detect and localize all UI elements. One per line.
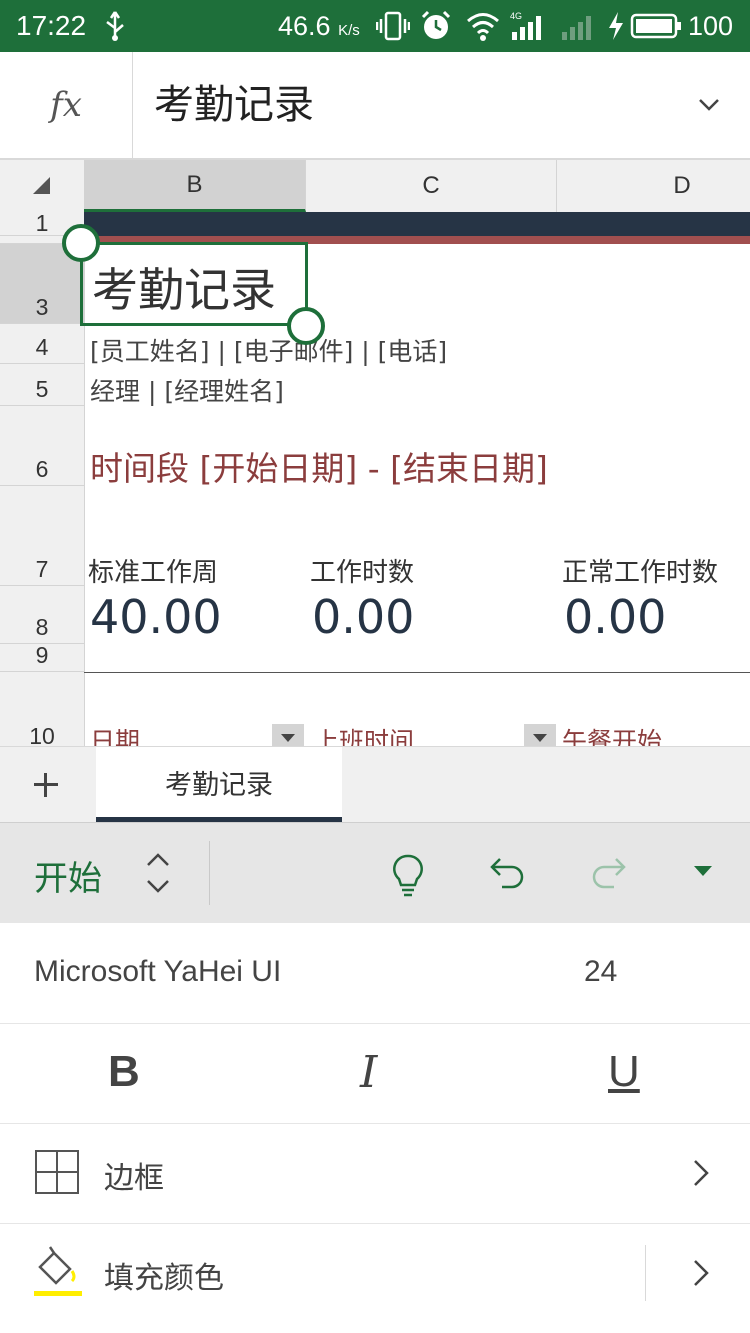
- spreadsheet-grid[interactable]: 1 2 3 4 5 6 7 8 9 10 考勤记录 [员工姓名] | [电子邮件…: [0, 212, 750, 746]
- row-header-10[interactable]: 10: [0, 672, 84, 746]
- status-time: 17:22: [16, 10, 87, 41]
- table-header-clock-in[interactable]: 上班时间: [314, 722, 414, 746]
- regular-hours-label[interactable]: 正常工作时数: [562, 552, 718, 589]
- net-speed: 46.6 K/s: [278, 10, 360, 41]
- standard-week-label[interactable]: 标准工作周: [88, 552, 218, 589]
- row-header-4[interactable]: 4: [0, 324, 84, 364]
- sheet-tab-active[interactable]: 考勤记录: [96, 747, 342, 823]
- header-band-navy: [84, 212, 750, 236]
- selection-handle-end[interactable]: [287, 307, 325, 345]
- fill-color-icon: [34, 1246, 82, 1296]
- contact-cell[interactable]: [员工姓名] | [电子邮件] | [电话]: [90, 332, 447, 368]
- fx-icon: fx: [50, 85, 82, 125]
- svg-text:4G: 4G: [510, 11, 522, 21]
- row-header-7[interactable]: 7: [0, 486, 84, 586]
- table-header-lunch-start[interactable]: 午餐开始: [562, 722, 662, 746]
- select-all-corner[interactable]: [0, 160, 85, 212]
- column-header-bar: B C D: [0, 160, 750, 213]
- filter-dropdown-icon[interactable]: [524, 724, 556, 746]
- manager-cell[interactable]: 经理 | [经理姓名]: [90, 372, 284, 408]
- fill-color-label: 填充颜色: [104, 1261, 224, 1296]
- work-hours-value[interactable]: 0.00: [312, 590, 414, 644]
- tab-switch-icon[interactable]: [144, 851, 172, 895]
- font-row[interactable]: Microsoft YaHei UI 24: [0, 923, 750, 1024]
- redo-icon[interactable]: [588, 853, 628, 893]
- font-name-select[interactable]: Microsoft YaHei UI: [34, 955, 281, 989]
- usb-icon: [106, 11, 124, 41]
- row-header-9[interactable]: 9: [0, 642, 84, 672]
- italic-button[interactable]: I: [360, 1047, 377, 1098]
- font-size-select[interactable]: 24: [584, 955, 617, 989]
- sheet-tab-bar: 考勤记录: [0, 746, 750, 823]
- filter-dropdown-icon[interactable]: [272, 724, 304, 746]
- add-sheet-icon[interactable]: [26, 765, 66, 805]
- text-style-row: B I U: [0, 1023, 750, 1124]
- select-all-icon: [33, 177, 50, 194]
- regular-hours-value[interactable]: 0.00: [564, 590, 666, 644]
- borders-label: 边框: [104, 1161, 164, 1196]
- format-panel: Microsoft YaHei UI 24 B I U 边框 填充颜色: [0, 923, 750, 1333]
- row-header-5[interactable]: 5: [0, 364, 84, 406]
- row-header-6[interactable]: 6: [0, 406, 84, 486]
- ribbon-tab-home[interactable]: 开始: [34, 851, 102, 900]
- selection-handle-start[interactable]: [62, 224, 100, 262]
- vibrate-icon: [376, 11, 410, 41]
- undo-icon[interactable]: [488, 853, 528, 893]
- row-header-8[interactable]: 8: [0, 586, 84, 644]
- standard-week-value[interactable]: 40.00: [90, 590, 222, 644]
- table-header-date[interactable]: 日期: [90, 722, 140, 746]
- battery-level: 100: [688, 10, 734, 41]
- signal-4g-icon: 4G: [510, 11, 541, 40]
- caret-down-icon[interactable]: [692, 863, 714, 879]
- charging-icon: [609, 12, 623, 40]
- column-header-b[interactable]: B: [84, 160, 306, 212]
- column-header-d[interactable]: D: [557, 160, 750, 212]
- formula-input[interactable]: 考勤记录: [154, 72, 314, 130]
- alarm-icon: [421, 10, 451, 39]
- ribbon-divider: [209, 841, 210, 905]
- borders-row[interactable]: 边框: [0, 1123, 750, 1224]
- wifi-icon: [467, 13, 499, 41]
- period-cell[interactable]: 时间段 [开始日期] - [结束日期]: [90, 442, 548, 490]
- chevron-right-icon[interactable]: [690, 1257, 712, 1289]
- column-header-c[interactable]: C: [306, 160, 557, 212]
- status-bar: 17:22 46.6 K/s 4G 100: [0, 0, 750, 52]
- bold-button[interactable]: B: [108, 1047, 140, 1097]
- cell-selection-box: [80, 242, 308, 326]
- formula-bar: fx 考勤记录: [0, 52, 750, 160]
- battery-icon: [630, 13, 681, 39]
- fill-color-row[interactable]: 填充颜色: [0, 1223, 750, 1323]
- underline-button[interactable]: U: [608, 1047, 640, 1097]
- signal-empty-icon: [562, 16, 591, 40]
- fill-divider: [645, 1245, 646, 1301]
- chevron-down-icon[interactable]: [694, 94, 724, 114]
- lightbulb-icon[interactable]: [390, 853, 426, 897]
- borders-icon: [35, 1150, 79, 1194]
- chevron-right-icon: [694, 1160, 709, 1186]
- divider-line: [84, 672, 750, 673]
- function-button[interactable]: fx: [0, 52, 133, 158]
- work-hours-label[interactable]: 工作时数: [310, 552, 414, 589]
- ribbon-bar: 开始: [0, 822, 750, 924]
